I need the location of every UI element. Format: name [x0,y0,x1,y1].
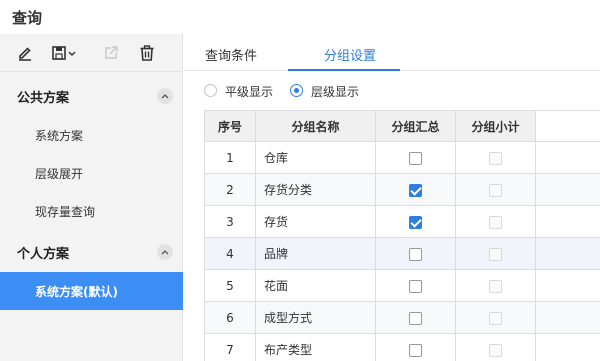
row-filler [535,333,600,361]
title-bar: 查询 [0,0,600,34]
row-filler [535,269,600,302]
summary-checkbox[interactable] [409,183,422,197]
grouping-table: 序号 分组名称 分组汇总 分组小计 1 仓库 2 存货分类 3 存货 4 品牌 … [204,110,600,361]
summary-checkbox[interactable] [409,215,422,229]
radio-circle [290,84,303,97]
table-row[interactable]: 3 存货 [204,205,600,238]
floppy-dropdown-icon[interactable] [50,43,78,63]
subtotal-checkbox [489,151,502,165]
row-number: 7 [204,333,256,361]
subtotal-checkbox [489,183,502,197]
row-number: 3 [204,205,256,238]
scheme-item-label: 系统方案 [35,129,84,143]
group-name: 布产类型 [255,333,376,361]
subtotal-checkbox [489,215,502,229]
row-filler [535,173,600,206]
group-name: 存货分类 [255,173,376,206]
subtotal-checkbox [489,247,502,261]
scheme-item[interactable]: 系统方案 [0,116,183,154]
chevron-up-icon[interactable] [157,88,173,104]
group-label: 个人方案 [17,247,70,262]
scheme-toolbar [0,34,183,72]
row-number: 5 [204,269,256,302]
row-number: 4 [204,237,256,270]
summary-checkbox[interactable] [409,247,422,261]
pencil-icon[interactable] [14,43,36,63]
external-link-icon[interactable] [100,43,122,63]
scheme-item[interactable]: 现存量查询 [0,192,183,230]
radio-label: 平级显示 [225,85,274,99]
summary-checkbox[interactable] [409,311,422,325]
table-row[interactable]: 2 存货分类 [204,173,600,206]
main-panel: 查询条件 分组设置 平级显示 层级显示 序号 分组名称 分组汇总 分组小计 1 … [184,34,600,361]
group-name: 品牌 [255,237,376,270]
radio-label: 层级显示 [311,85,360,99]
row-filler [535,301,600,334]
radio-circle [204,84,217,97]
group-name: 成型方式 [255,301,376,334]
subtotal-checkbox [489,279,502,293]
group-header-public[interactable]: 公共方案 [0,77,183,113]
row-filler [535,237,600,270]
active-tab-indicator [288,69,400,71]
window-title: 查询 [12,9,43,27]
scheme-item-label: 系统方案(默认) [35,285,118,299]
summary-checkbox[interactable] [409,343,422,357]
group-header-personal[interactable]: 个人方案 [0,233,183,269]
scheme-item-selected[interactable]: 系统方案(默认) [0,272,183,310]
scheme-item-label: 层级展开 [35,167,84,181]
subtotal-checkbox [489,343,502,357]
summary-checkbox[interactable] [409,279,422,293]
table-row[interactable]: 5 花面 [204,269,600,302]
scheme-item-label: 现存量查询 [35,205,96,219]
scheme-item[interactable]: 层级展开 [0,154,183,192]
group-label: 公共方案 [17,91,70,106]
scheme-sidebar: 公共方案 系统方案 层级展开 现存量查询 个人方案 系统方案(默认) [0,34,183,361]
column-header: 序号 [204,110,256,142]
table-row[interactable]: 4 品牌 [204,237,600,270]
row-number: 1 [204,141,256,174]
group-name: 仓库 [255,141,376,174]
group-name: 存货 [255,205,376,238]
table-row[interactable]: 1 仓库 [204,141,600,174]
row-filler [535,141,600,174]
summary-checkbox[interactable] [409,151,422,165]
table-row[interactable]: 6 成型方式 [204,301,600,334]
column-header: 分组小计 [455,110,536,142]
group-name: 花面 [255,269,376,302]
table-row[interactable]: 7 布产类型 [204,333,600,361]
chevron-up-icon[interactable] [157,244,173,260]
row-number: 6 [204,301,256,334]
row-filler [535,205,600,238]
row-number: 2 [204,173,256,206]
tab-bar: 查询条件 分组设置 [184,34,600,71]
column-header: 分组名称 [255,110,376,142]
column-header-filler [535,110,600,142]
column-header: 分组汇总 [375,110,456,142]
trash-icon[interactable] [136,43,158,63]
tab-query-conditions[interactable]: 查询条件 [205,45,257,64]
subtotal-checkbox [489,311,502,325]
tab-group-settings[interactable]: 分组设置 [324,45,376,64]
